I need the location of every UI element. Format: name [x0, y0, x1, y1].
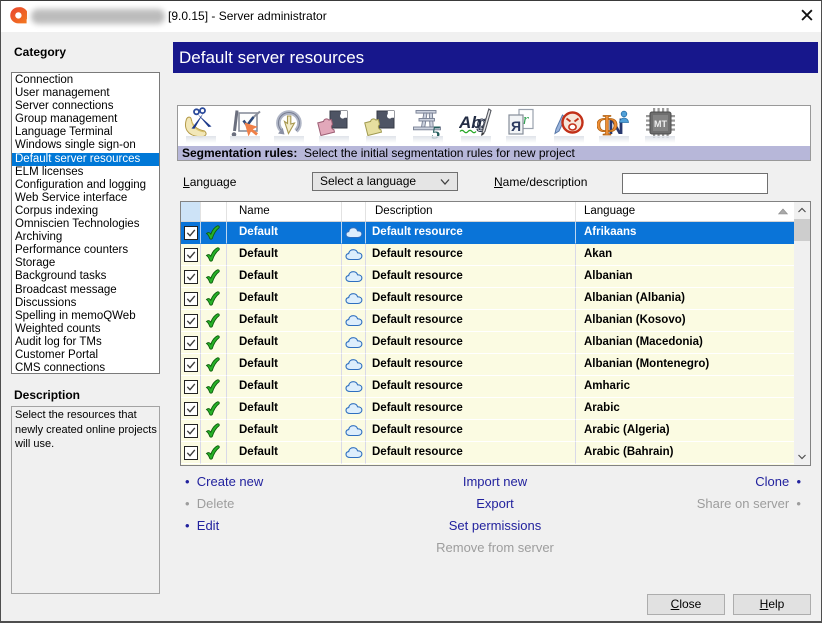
- svg-text:Я: Я: [511, 118, 521, 134]
- svg-text:r: r: [523, 112, 529, 128]
- svg-text:MT: MT: [654, 119, 667, 129]
